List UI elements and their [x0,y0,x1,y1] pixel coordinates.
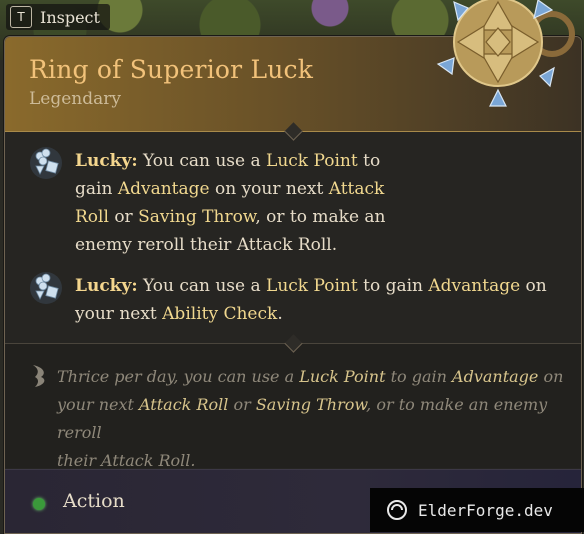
text-run: to gain [357,276,429,296]
item-description: Thrice per day, you can use a Luck Point… [57,363,565,475]
keyword-advantage: Advantage [452,367,539,386]
item-name: Ring of Superior Luck [29,55,314,84]
keyword-luck-point: Luck Point [299,367,386,386]
keyword-attack-roll: Roll [75,207,109,227]
keyword-advantage: Advantage [117,179,210,199]
lucky-clover-dice-icon [30,147,62,179]
text-run: gain [75,179,118,199]
text-run: their Attack Roll. [57,451,196,470]
text-run: your next [75,304,163,324]
ring-gem-icon [436,0,575,107]
inspect-label: Inspect [40,7,100,27]
keyword-saving-throw: Saving Throw [138,207,256,227]
text-run: on [520,276,547,296]
text-run: on [538,367,564,386]
text-run: to [357,151,381,171]
text-run: on your next [209,179,329,199]
passive-text: Lucky: You can use a Luck Point to gain … [75,147,386,259]
watermark-text: ElderForge.dev [418,500,553,520]
lucky-clover-dice-icon [30,272,62,304]
keyword-ability-check: Ability Check [162,304,278,324]
text-run: your next [57,395,140,414]
text-run: You can use a [137,276,267,296]
keyword-attack-roll: Attack Roll [139,395,229,414]
passive-text: Lucky: You can use a Luck Point to gain … [75,272,547,328]
text-run: or [228,395,256,414]
text-run: . [277,304,283,324]
watermark[interactable]: ElderForge.dev [370,488,584,532]
text-run: enemy reroll their Attack Roll. [75,235,338,255]
keyword-luck-point: Luck Point [266,276,358,296]
text-run: or [108,207,139,227]
keyword-saving-throw: Saving Throw [255,395,367,414]
passive-label: Lucky: [75,151,138,171]
action-dot-icon [33,498,45,510]
passive-label: Lucky: [75,276,138,296]
text-run: You can use a [137,151,267,171]
action-label: Action [63,490,125,512]
quill-icon [33,365,45,387]
passive-lucky-ability: Lucky: You can use a Luck Point to gain … [29,272,559,328]
item-rarity: Legendary [29,89,121,109]
forge-logo-icon [387,500,407,520]
keyword-luck-point: Luck Point [266,151,358,171]
inspect-key: T [10,6,32,28]
text-run: Thrice per day, you can use a [57,367,300,386]
passive-lucky-attack: Lucky: You can use a Luck Point to gain … [29,147,409,259]
text-run: to gain [385,367,453,386]
inspect-hint[interactable]: T Inspect [6,4,110,30]
keyword-advantage: Advantage [428,276,521,296]
text-run: , or to make an [255,207,386,227]
keyword-attack-roll: Attack [328,179,385,199]
